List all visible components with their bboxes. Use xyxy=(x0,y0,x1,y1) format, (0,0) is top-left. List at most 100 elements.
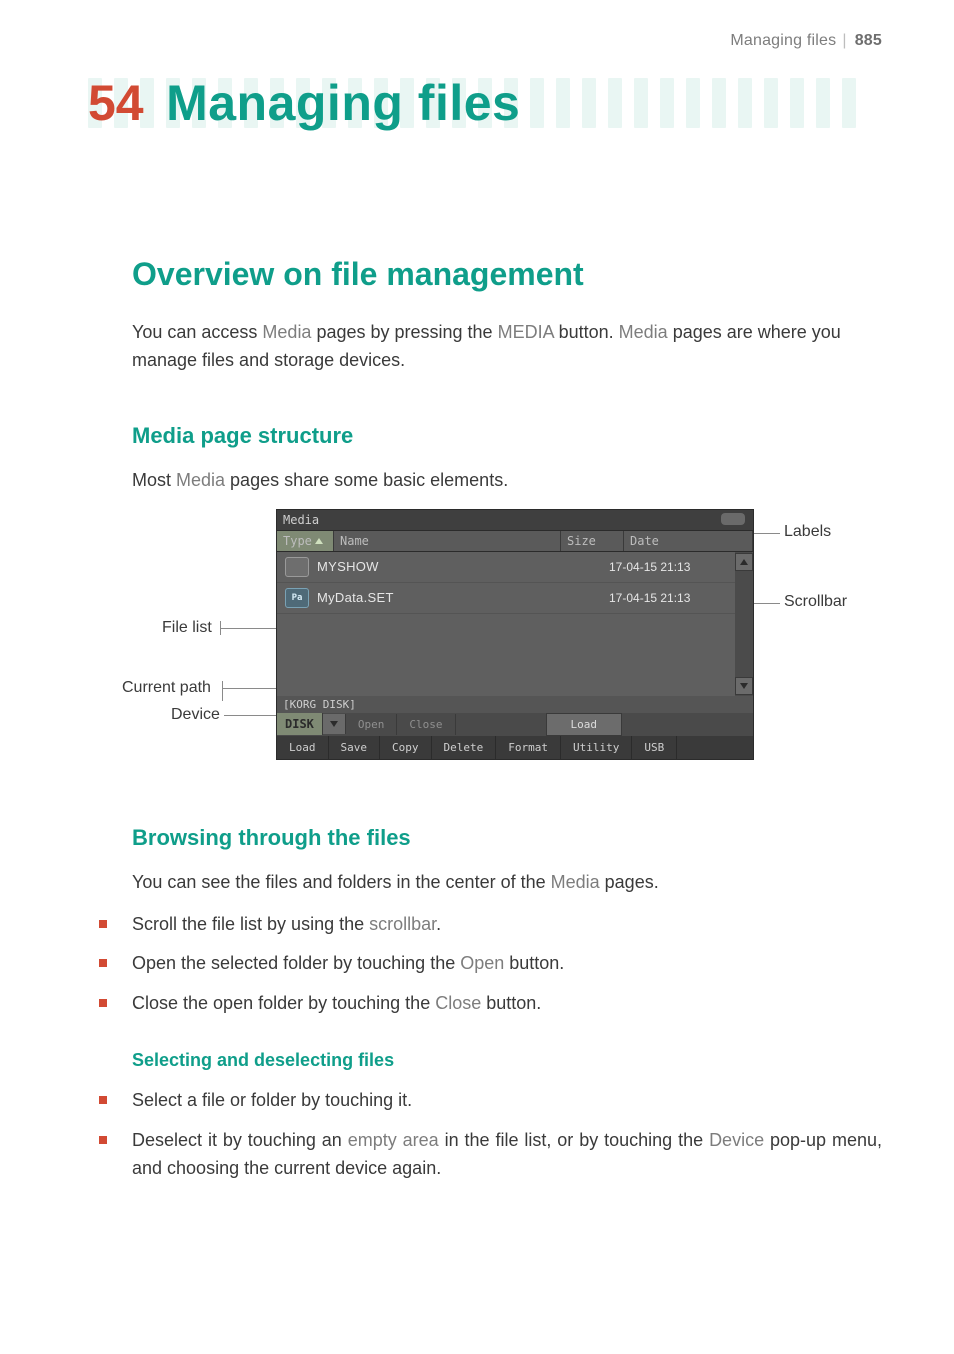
chapter-number: 54 xyxy=(88,74,144,132)
col-type-label: Type xyxy=(283,534,312,548)
text: Close the open folder by touching the xyxy=(132,993,435,1013)
column-headers: Type Name Size Date xyxy=(277,531,753,552)
list-item: Deselect it by touching an empty area in… xyxy=(96,1127,882,1183)
tab-save[interactable]: Save xyxy=(329,736,381,759)
text: pages. xyxy=(600,872,659,892)
file-date: 17-04-15 21:13 xyxy=(609,591,729,605)
folder-icon xyxy=(285,557,309,577)
triangle-up-icon xyxy=(740,559,748,565)
running-head-page: 885 xyxy=(855,32,882,49)
file-date: 17-04-15 21:13 xyxy=(609,560,729,574)
callout-line xyxy=(220,628,278,629)
close-button[interactable]: Close xyxy=(397,714,455,735)
keyword-media: Media xyxy=(262,322,311,342)
open-button[interactable]: Open xyxy=(346,714,398,735)
sort-asc-icon xyxy=(315,538,323,544)
text: . xyxy=(436,914,441,934)
bullet-list: Scroll the file list by using the scroll… xyxy=(96,911,882,1019)
tab-format[interactable]: Format xyxy=(496,736,561,759)
text: Scroll the file list by using the xyxy=(132,914,369,934)
callout-line xyxy=(752,603,780,604)
bullet-list: Select a file or folder by touching it. … xyxy=(96,1087,882,1183)
sub1-lead: Most Media pages share some basic elemen… xyxy=(132,467,882,495)
current-path: [KORG DISK] xyxy=(277,696,753,713)
file-row[interactable]: MYSHOW 17-04-15 21:13 xyxy=(277,552,735,583)
subsection-title: Browsing through the files xyxy=(132,825,882,851)
text: button. xyxy=(504,953,564,973)
minor-heading: Selecting and deselecting files xyxy=(132,1050,882,1071)
file-name: MyData.SET xyxy=(317,590,609,605)
callout-device: Device xyxy=(171,706,220,724)
callout-scrollbar: Scrollbar xyxy=(784,593,847,611)
file-row[interactable]: Pa MyData.SET 17-04-15 21:13 xyxy=(277,583,735,614)
text: pages by pressing the xyxy=(311,322,497,342)
text: You can see the files and folders in the… xyxy=(132,872,551,892)
file-list[interactable]: MYSHOW 17-04-15 21:13 Pa MyData.SET 17-0… xyxy=(277,552,753,696)
callout-labels: Labels xyxy=(784,523,831,541)
set-file-icon: Pa xyxy=(285,588,309,608)
chevron-down-icon xyxy=(330,721,338,727)
tab-usb[interactable]: USB xyxy=(632,736,677,759)
text: button. xyxy=(481,993,541,1013)
callout-line xyxy=(224,715,278,716)
callout-line xyxy=(220,621,221,635)
tab-delete[interactable]: Delete xyxy=(432,736,497,759)
col-name[interactable]: Name xyxy=(334,531,561,551)
callout-currentpath: Current path xyxy=(122,679,211,697)
intro-paragraph: You can access Media pages by pressing t… xyxy=(132,319,882,375)
running-head: Managing files | 885 xyxy=(96,32,882,50)
list-item: Open the selected folder by touching the… xyxy=(96,950,882,978)
keyword-device: Device xyxy=(709,1130,764,1150)
list-item: Close the open folder by touching the Cl… xyxy=(96,990,882,1018)
chapter-head: 54 Managing files xyxy=(88,74,882,136)
keyword-scrollbar: scrollbar xyxy=(369,914,436,934)
tab-load[interactable]: Load xyxy=(277,736,329,759)
text: You can access xyxy=(132,322,262,342)
col-date[interactable]: Date xyxy=(624,531,753,551)
tab-bar: Load Save Copy Delete Format Utility USB xyxy=(277,736,753,759)
callout-line xyxy=(752,533,780,534)
col-size[interactable]: Size xyxy=(561,531,624,551)
tab-utility[interactable]: Utility xyxy=(561,736,632,759)
text: button. xyxy=(554,322,619,342)
keyword-media: Media xyxy=(551,872,600,892)
keyword-media: Media xyxy=(619,322,668,342)
chapter-title: Managing files xyxy=(166,74,520,132)
menu-icon[interactable] xyxy=(721,513,745,525)
callout-line xyxy=(222,688,278,689)
text: pages share some basic elements. xyxy=(225,470,508,490)
keyword-media: Media xyxy=(176,470,225,490)
text: in the file list, or by touching the xyxy=(439,1130,709,1150)
keyword-open: Open xyxy=(460,953,504,973)
file-rows: MYSHOW 17-04-15 21:13 Pa MyData.SET 17-0… xyxy=(277,552,735,696)
sub2-lead: You can see the files and folders in the… xyxy=(132,869,882,897)
page: Managing files | 885 54 Managing files Ove… xyxy=(0,0,954,1354)
scroll-down-button[interactable] xyxy=(735,677,753,695)
screenshot-title: Media xyxy=(283,513,319,527)
text: Most xyxy=(132,470,176,490)
col-type[interactable]: Type xyxy=(277,531,334,551)
tab-copy[interactable]: Copy xyxy=(380,736,432,759)
running-head-title: Managing files xyxy=(730,32,836,49)
callout-line xyxy=(222,681,223,701)
load-button[interactable]: Load xyxy=(546,713,623,736)
media-screenshot: Media Type Name Size Date MYSHOW 17-04-1… xyxy=(276,509,754,760)
scrollbar[interactable] xyxy=(735,552,753,696)
running-head-sep: | xyxy=(842,32,846,49)
section-title: Overview on file management xyxy=(132,256,882,293)
list-item: Scroll the file list by using the scroll… xyxy=(96,911,882,939)
subsection-title: Media page structure xyxy=(132,423,882,449)
keyword-close: Close xyxy=(435,993,481,1013)
screenshot-region: File list Current path Device Labels Scr… xyxy=(96,509,882,769)
file-name: MYSHOW xyxy=(317,559,609,574)
triangle-down-icon xyxy=(740,683,748,689)
device-selector[interactable]: DISK xyxy=(277,713,323,735)
keyword-empty-area: empty area xyxy=(348,1130,439,1150)
keyword-media-button: MEDIA xyxy=(498,322,554,342)
scroll-up-button[interactable] xyxy=(735,553,753,571)
device-row: DISK Open Close Load xyxy=(277,713,753,736)
device-dropdown[interactable] xyxy=(323,714,346,734)
text: Deselect it by touching an xyxy=(132,1130,348,1150)
text: Open the selected folder by touching the xyxy=(132,953,460,973)
list-item: Select a file or folder by touching it. xyxy=(96,1087,882,1115)
